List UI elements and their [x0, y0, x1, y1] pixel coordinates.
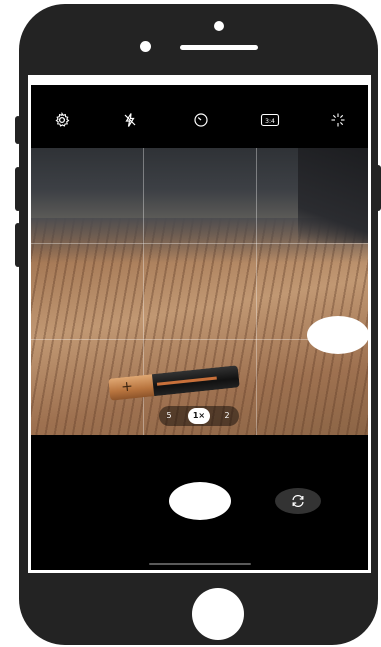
- zoom-option-1x[interactable]: 1×: [188, 408, 210, 424]
- camera-toolbar: 3:4: [31, 85, 368, 148]
- camera-app: 3:4 + 5 1× 2: [31, 85, 368, 570]
- flash-off-icon[interactable]: [122, 112, 138, 128]
- camera-controls: [31, 435, 368, 570]
- timer-icon[interactable]: [193, 112, 209, 128]
- shutter-button[interactable]: [169, 482, 231, 520]
- battery-subject: +: [108, 365, 240, 401]
- grid-line: [31, 243, 368, 244]
- focus-indicator[interactable]: [307, 316, 368, 354]
- switch-camera-button[interactable]: [275, 488, 321, 514]
- earpiece-speaker: [180, 45, 258, 50]
- sensor-dot: [140, 41, 151, 52]
- camera-viewfinder[interactable]: + 5 1× 2: [31, 148, 368, 435]
- front-camera: [214, 21, 224, 31]
- gesture-navigation-bar[interactable]: [149, 563, 251, 565]
- grid-line: [256, 148, 257, 435]
- aspect-ratio-label: 3:4: [265, 118, 275, 125]
- filters-icon[interactable]: [330, 112, 346, 128]
- aspect-ratio-icon[interactable]: 3:4: [260, 112, 280, 128]
- switch-camera-icon: [292, 494, 304, 508]
- zoom-option-5[interactable]: 5: [161, 408, 177, 424]
- settings-icon[interactable]: [54, 112, 70, 128]
- zoom-option-2[interactable]: 2: [219, 408, 235, 424]
- background-object: [298, 148, 368, 243]
- battery-plus-mark: +: [120, 378, 134, 396]
- zoom-selector: 5 1× 2: [159, 406, 239, 426]
- phone-screen: 3:4 + 5 1× 2: [28, 75, 371, 573]
- home-button[interactable]: [192, 588, 244, 640]
